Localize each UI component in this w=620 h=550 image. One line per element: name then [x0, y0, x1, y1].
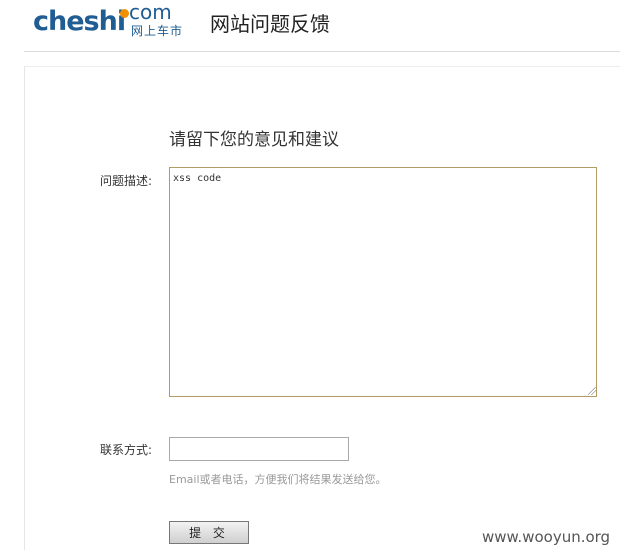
description-textarea[interactable]: xss code — [169, 167, 597, 397]
description-label: 问题描述: — [100, 174, 153, 188]
watermark: www.wooyun.org — [482, 528, 611, 546]
logo-com: com — [129, 0, 172, 24]
submit-button[interactable]: 提 交 — [169, 521, 249, 544]
contact-label: 联系方式: — [100, 443, 153, 457]
header-divider — [24, 51, 620, 52]
contact-hint: Email或者电话，方便我们将结果发送给您。 — [169, 473, 387, 486]
site-logo[interactable]: cheshi com 网上车市 — [33, 0, 193, 39]
form-heading: 请留下您的意见和建议 — [169, 130, 339, 150]
logo-wordmark: cheshi — [33, 6, 126, 37]
logo-subtitle: 网上车市 — [131, 24, 184, 38]
logo-dot — [120, 9, 129, 18]
page-title: 网站问题反馈 — [210, 12, 330, 36]
contact-input[interactable] — [169, 437, 349, 461]
resize-grip-icon[interactable] — [588, 387, 596, 395]
site-header: cheshi com 网上车市 网站问题反馈 — [0, 0, 620, 52]
